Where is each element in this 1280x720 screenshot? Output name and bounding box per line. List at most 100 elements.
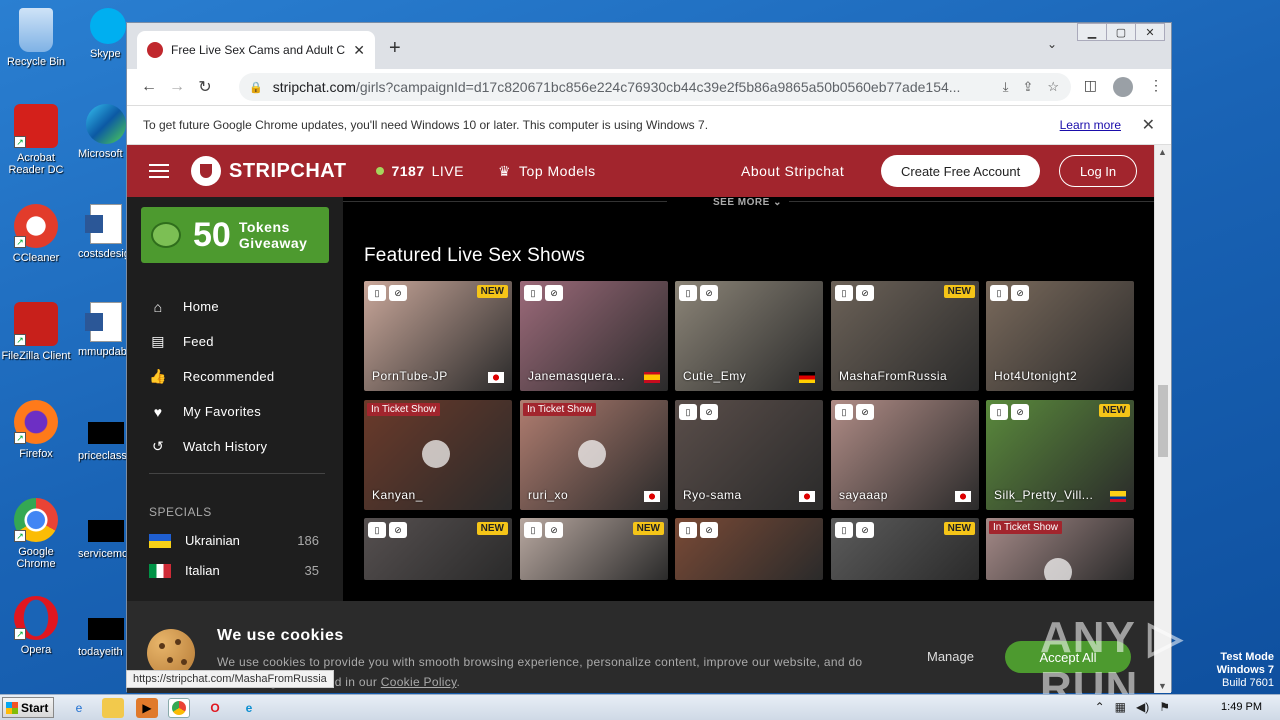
word-doc-icon[interactable]: mmupdab: [78, 302, 127, 358]
black-file-icon[interactable]: [88, 520, 124, 542]
model-card[interactable]: ▯ ⊘ NEW: [520, 518, 668, 580]
learn-more-link[interactable]: Learn more: [1060, 118, 1121, 132]
scrollbar-thumb[interactable]: [1158, 385, 1168, 457]
about-link[interactable]: About Stripchat: [741, 163, 844, 179]
maximize-icon[interactable]: ▢: [1106, 23, 1136, 41]
hd-icon: ⊘: [856, 404, 874, 420]
ie-icon[interactable]: e: [68, 698, 90, 718]
chrome-icon[interactable]: ↗ Google Chrome: [0, 498, 72, 570]
model-card[interactable]: ▯ ⊘ sayaaap: [831, 400, 979, 510]
clock[interactable]: 1:49 PM: [1221, 701, 1262, 713]
explorer-icon[interactable]: [102, 698, 124, 718]
model-card[interactable]: ▯ ⊘ Janemasquera...: [520, 281, 668, 391]
scroll-up-icon[interactable]: ▲: [1158, 147, 1167, 157]
new-tab-icon[interactable]: +: [389, 37, 401, 60]
logo-icon: [191, 156, 221, 186]
opera-taskbar-icon[interactable]: O: [204, 698, 226, 718]
page-scrollbar[interactable]: ▲ ▼: [1154, 145, 1171, 693]
model-card[interactable]: ▯ ⊘ Hot4Utonight2: [986, 281, 1134, 391]
new-badge: NEW: [476, 285, 508, 298]
chrome-taskbar-icon[interactable]: [168, 698, 190, 718]
sidebar-item-italian[interactable]: Italian 35: [149, 563, 319, 578]
edge-taskbar-icon[interactable]: e: [238, 698, 260, 718]
skype-icon[interactable]: Skype: [90, 8, 126, 60]
recycle-bin-icon[interactable]: Recycle Bin: [0, 8, 72, 68]
model-card[interactable]: ▯ ⊘: [675, 518, 823, 580]
filezilla-icon[interactable]: ↗ FileZilla Client: [0, 302, 72, 362]
model-name: Janemasquera...: [528, 369, 625, 383]
media-player-icon[interactable]: ▶: [136, 698, 158, 718]
live-count[interactable]: 7187 LIVE: [376, 163, 464, 179]
browser-tab[interactable]: Free Live Sex Cams and Adult Chat ✕: [137, 31, 375, 69]
ticket-icon: [578, 440, 606, 468]
top-models-link[interactable]: ♛ Top Models: [498, 163, 596, 180]
watermark-line2: Windows 7: [1216, 664, 1274, 676]
network-icon[interactable]: ▦: [1115, 700, 1126, 714]
desktop-icon-label: Microsoft: [78, 148, 123, 160]
black-file-icon[interactable]: [88, 422, 124, 444]
model-name: PornTube-JP: [372, 369, 448, 383]
sidebar-item-favorites[interactable]: ♥ My Favorites: [149, 394, 274, 429]
manage-cookies-button[interactable]: Manage: [927, 649, 974, 664]
opera-icon[interactable]: ↗ Opera: [0, 596, 72, 656]
profile-avatar-icon[interactable]: [1113, 77, 1133, 97]
acrobat-icon[interactable]: ↗ Acrobat Reader DC: [0, 104, 72, 176]
back-icon[interactable]: ←: [135, 78, 163, 96]
forward-icon[interactable]: →: [163, 78, 191, 96]
menu-kebab-icon[interactable]: ⋮: [1149, 77, 1163, 97]
mobile-icon: ▯: [835, 404, 853, 420]
word-doc-icon[interactable]: costsdesig: [78, 204, 130, 260]
login-button[interactable]: Log In: [1059, 155, 1138, 187]
sidebar-item-ukrainian[interactable]: Ukrainian 186: [149, 533, 319, 548]
see-more-link[interactable]: SEE MORE ⌄: [713, 197, 782, 208]
country-name: Italian: [185, 563, 220, 578]
see-more-label: SEE MORE: [713, 197, 770, 208]
reload-icon[interactable]: ↻: [191, 77, 219, 97]
firefox-icon[interactable]: ↗ Firefox: [0, 400, 72, 460]
model-card[interactable]: ▯ ⊘ Cutie_Emy: [675, 281, 823, 391]
edge-icon[interactable]: Microsoft: [78, 104, 126, 160]
cookie-policy-link[interactable]: Cookie Policy: [381, 675, 457, 689]
stripchat-logo[interactable]: STRIPCHAT: [191, 156, 346, 186]
model-card[interactable]: In Ticket Show ruri_xo: [520, 400, 668, 510]
address-bar[interactable]: 🔒 stripchat.com/girls?campaignId=d17c820…: [239, 73, 1071, 101]
model-name: Silk_Pretty_Vill...: [994, 488, 1094, 502]
site-header: STRIPCHAT 7187 LIVE ♛ Top Models About S…: [127, 145, 1155, 197]
sidebar-item-home[interactable]: ⌂ Home: [149, 289, 274, 324]
model-card[interactable]: ▯ ⊘ NEW: [831, 518, 979, 580]
stripchat-favicon-icon: [147, 42, 163, 58]
giveaway-line1: Tokens: [238, 219, 290, 235]
start-button[interactable]: Start: [2, 697, 54, 718]
sidebar-item-feed[interactable]: ▤ Feed: [149, 324, 274, 359]
tokens-giveaway-banner[interactable]: 50 Tokens Giveaway: [141, 207, 329, 263]
install-icon[interactable]: ⤓: [1003, 79, 1009, 95]
close-infobar-icon[interactable]: ✕: [1142, 115, 1155, 135]
close-tab-icon[interactable]: ✕: [353, 42, 365, 59]
sidebar-toggle-icon[interactable]: ◫: [1084, 77, 1097, 97]
model-card[interactable]: ▯ ⊘ NEW PornTube-JP: [364, 281, 512, 391]
model-card[interactable]: ▯ ⊘ NEW MashaFromRussia: [831, 281, 979, 391]
bookmark-star-icon[interactable]: ☆: [1047, 79, 1059, 95]
hamburger-menu-icon[interactable]: [149, 160, 169, 182]
share-icon[interactable]: ⇪: [1022, 79, 1033, 95]
close-window-icon[interactable]: ✕: [1135, 23, 1165, 41]
sidebar-item-watch-history[interactable]: ↺ Watch History: [149, 429, 274, 464]
watermark-line3: Build 7601: [1222, 677, 1274, 689]
minimize-icon[interactable]: ▁: [1077, 23, 1107, 41]
model-card[interactable]: In Ticket Show Kanyan_: [364, 400, 512, 510]
tab-search-chevron-icon[interactable]: ⌄: [1047, 37, 1057, 51]
sidebar-item-label: Home: [183, 299, 219, 314]
black-file-icon[interactable]: [88, 618, 124, 640]
tray-expand-icon[interactable]: ⌃: [1095, 700, 1105, 714]
model-card[interactable]: ▯ ⊘ NEW Silk_Pretty_Vill...: [986, 400, 1134, 510]
country-flag-icon: [799, 372, 815, 383]
trophy-icon: ♛: [497, 162, 512, 179]
model-card[interactable]: In Ticket Show: [986, 518, 1134, 580]
volume-icon[interactable]: ◀): [1136, 700, 1149, 714]
sidebar-item-recommended[interactable]: 👍 Recommended: [149, 359, 274, 394]
create-account-button[interactable]: Create Free Account: [881, 155, 1041, 187]
model-card[interactable]: ▯ ⊘ Ryo-sama: [675, 400, 823, 510]
ccleaner-icon[interactable]: ↗ CCleaner: [0, 204, 72, 264]
model-card[interactable]: ▯ ⊘ NEW: [364, 518, 512, 580]
action-center-flag-icon[interactable]: ⚑: [1159, 700, 1170, 714]
